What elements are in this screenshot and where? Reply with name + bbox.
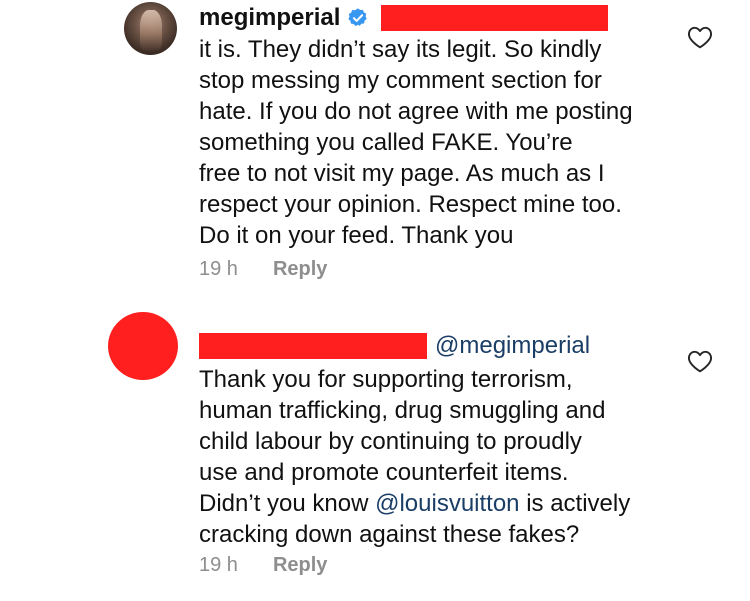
comment-header: megimperial [199, 3, 609, 33]
username[interactable]: megimperial [199, 4, 340, 32]
avatar-redacted[interactable] [108, 312, 178, 380]
comment-text: Thank you for supporting terrorism, huma… [199, 364, 679, 550]
heart-outline-icon[interactable] [687, 349, 713, 373]
comment-meta: 19 h Reply [199, 258, 327, 281]
timestamp: 19 h [199, 554, 238, 576]
comment-meta: 19 h Reply [199, 554, 327, 577]
reply-button[interactable]: Reply [273, 554, 327, 577]
mention-louisvuitton[interactable]: @louisvuitton [375, 490, 519, 517]
mention-megimperial[interactable]: @megimperial [435, 332, 590, 360]
comment-text: it is. They didn’t say its legit. So kin… [199, 36, 633, 249]
heart-outline-icon[interactable] [687, 25, 713, 49]
avatar[interactable] [124, 2, 177, 55]
comment-header: @megimperial [199, 331, 590, 361]
redacted-name-bar [199, 333, 427, 359]
reply-button[interactable]: Reply [273, 258, 327, 281]
avatar-figure [140, 10, 162, 50]
redacted-name-bar [381, 5, 609, 31]
timestamp: 19 h [199, 258, 238, 280]
verified-badge-icon [348, 8, 368, 27]
